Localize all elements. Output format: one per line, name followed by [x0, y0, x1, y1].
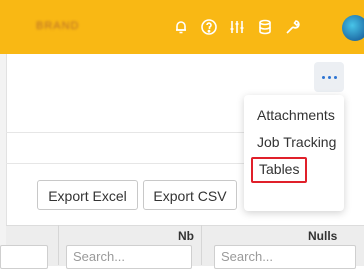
- brand-logo[interactable]: BRAND: [36, 20, 80, 32]
- search-input-col-1[interactable]: [0, 245, 48, 269]
- export-excel-button[interactable]: Export Excel: [37, 180, 138, 210]
- help-icon[interactable]: [200, 18, 218, 36]
- search-input-col-nb[interactable]: Search...: [66, 245, 192, 269]
- column-header-nulls[interactable]: Nulls: [308, 229, 337, 243]
- dot-icon: [334, 76, 337, 79]
- divider: [6, 163, 244, 164]
- sliders-icon[interactable]: [228, 18, 246, 36]
- more-options-menu: Attachments Job Tracking Tables: [244, 95, 344, 211]
- user-avatar[interactable]: [342, 15, 364, 41]
- column-separator[interactable]: [201, 225, 202, 265]
- divider: [6, 132, 244, 133]
- column-header-nb[interactable]: Nb: [178, 229, 194, 243]
- dot-icon: [322, 76, 325, 79]
- dot-icon: [328, 76, 331, 79]
- search-input-col-nulls[interactable]: Search...: [214, 245, 356, 269]
- menu-item-attachments[interactable]: Attachments: [257, 104, 335, 126]
- database-icon[interactable]: [256, 18, 274, 36]
- more-options-button[interactable]: [314, 62, 344, 92]
- column-separator[interactable]: [58, 225, 59, 265]
- bell-icon[interactable]: [172, 18, 190, 36]
- export-csv-button[interactable]: Export CSV: [143, 180, 237, 210]
- wrench-icon[interactable]: [284, 18, 302, 36]
- menu-item-job-tracking[interactable]: Job Tracking: [257, 131, 336, 153]
- menu-item-tables[interactable]: Tables: [251, 157, 308, 183]
